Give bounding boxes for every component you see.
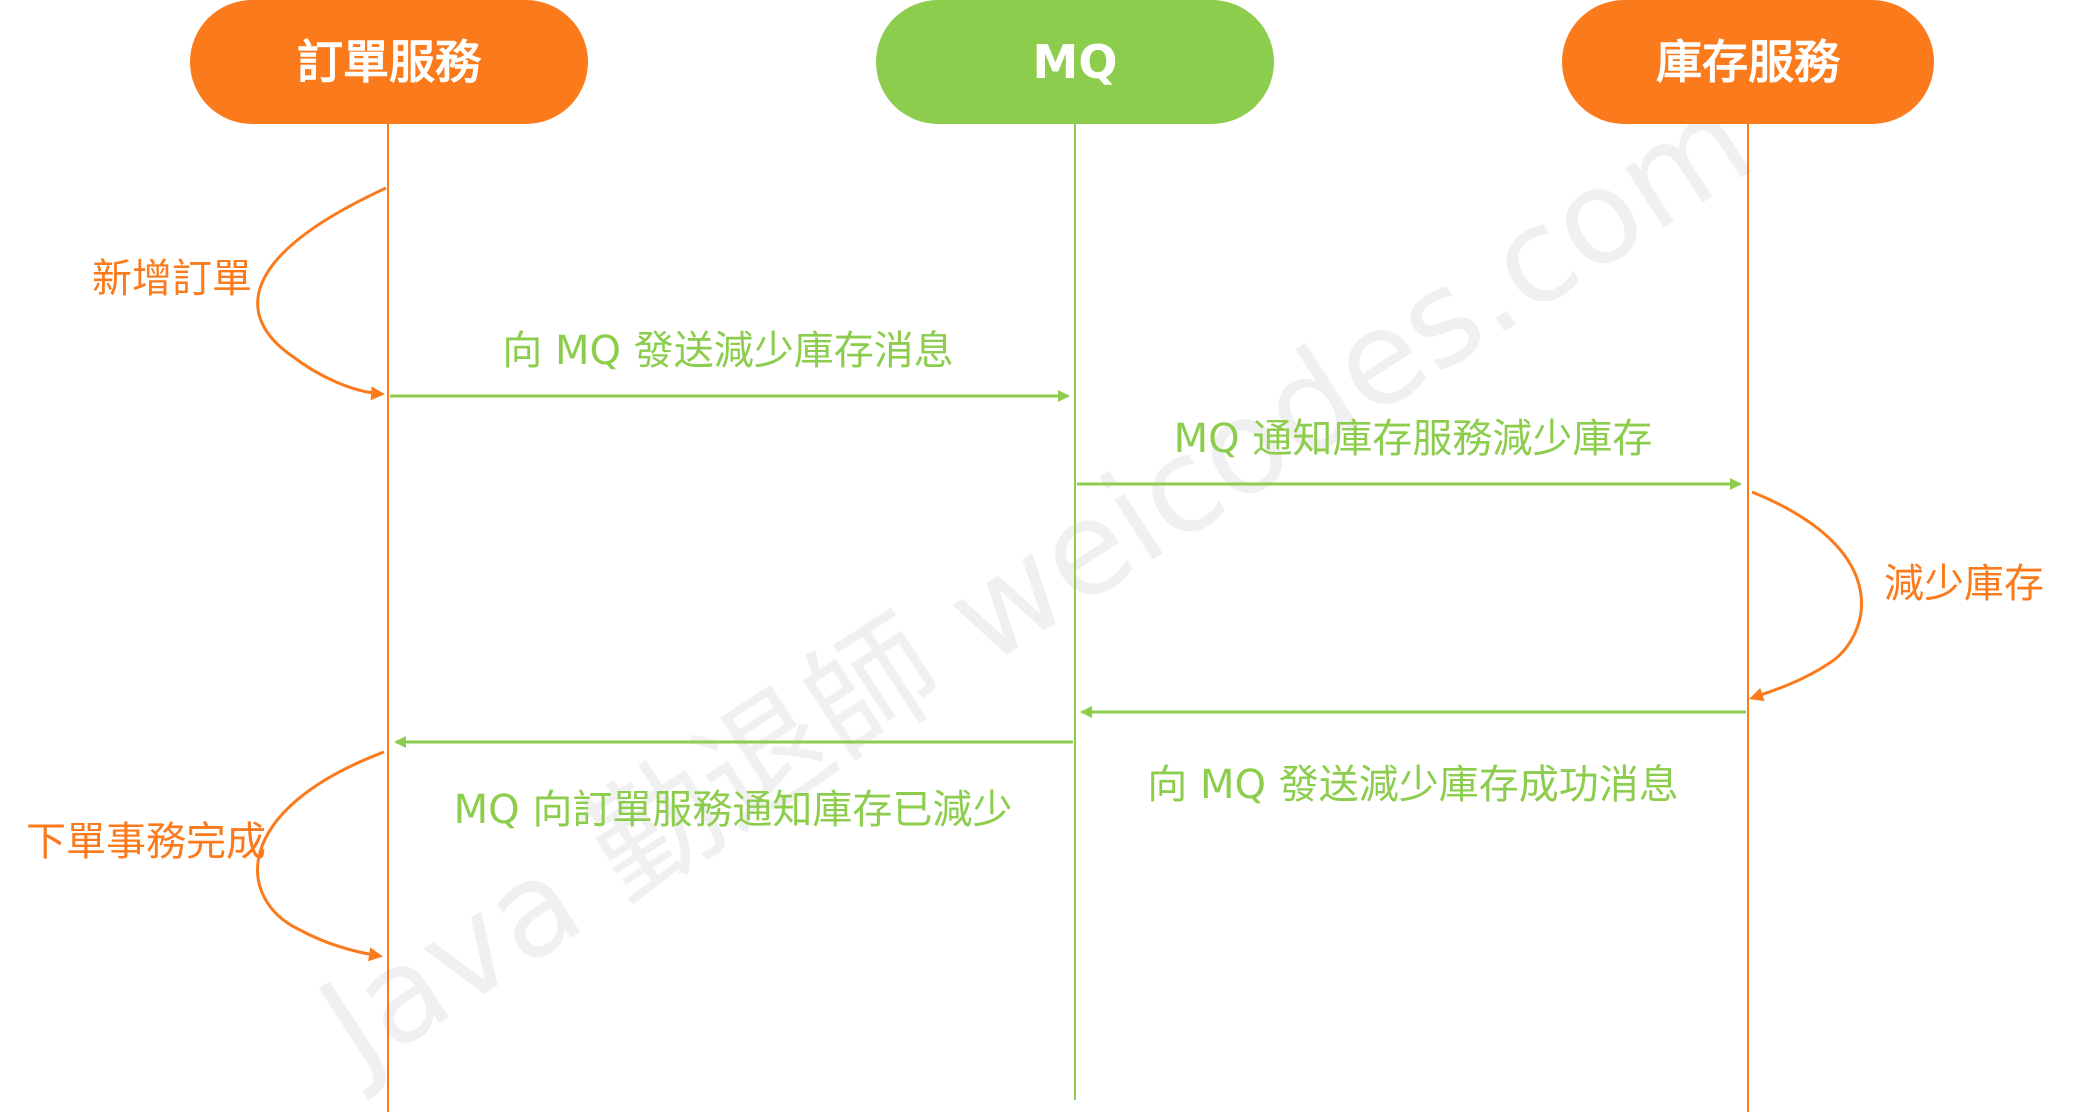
sequence-diagram: Java 勤退師 weicodes.com 訂單服務 MQ 庫存服務 新增訂單 … bbox=[26, 0, 2044, 1112]
actor-inventory-label: 庫存服務 bbox=[1656, 35, 1841, 89]
self-step-create-order-label: 新增訂單 bbox=[92, 256, 252, 302]
actor-order-label: 訂單服務 bbox=[297, 35, 482, 89]
actor-mq-label: MQ bbox=[1033, 35, 1118, 89]
self-step-order-complete-arrow bbox=[256, 750, 385, 962]
self-step-reduce-stock-label: 減少庫存 bbox=[1884, 561, 2044, 607]
self-step-reduce-stock-arrow bbox=[1749, 490, 1863, 702]
message-mq-to-inventory-label: MQ 通知庫存服務減少庫存 bbox=[1174, 416, 1653, 462]
actor-order: 訂單服務 bbox=[190, 0, 588, 124]
self-step-order-complete-label: 下單事務完成 bbox=[26, 819, 266, 865]
message-mq-to-order-label: MQ 向訂單服務通知庫存已減少 bbox=[454, 787, 1013, 833]
message-inventory-to-mq-label: 向 MQ 發送減少庫存成功消息 bbox=[1147, 762, 1678, 808]
self-step-create-order-arrow bbox=[256, 186, 387, 401]
watermark-text: Java 勤退師 weicodes.com bbox=[288, 64, 1777, 1105]
actor-inventory: 庫存服務 bbox=[1562, 0, 1934, 124]
message-order-to-mq-label: 向 MQ 發送減少庫存消息 bbox=[502, 328, 953, 374]
actor-mq: MQ bbox=[876, 0, 1274, 124]
